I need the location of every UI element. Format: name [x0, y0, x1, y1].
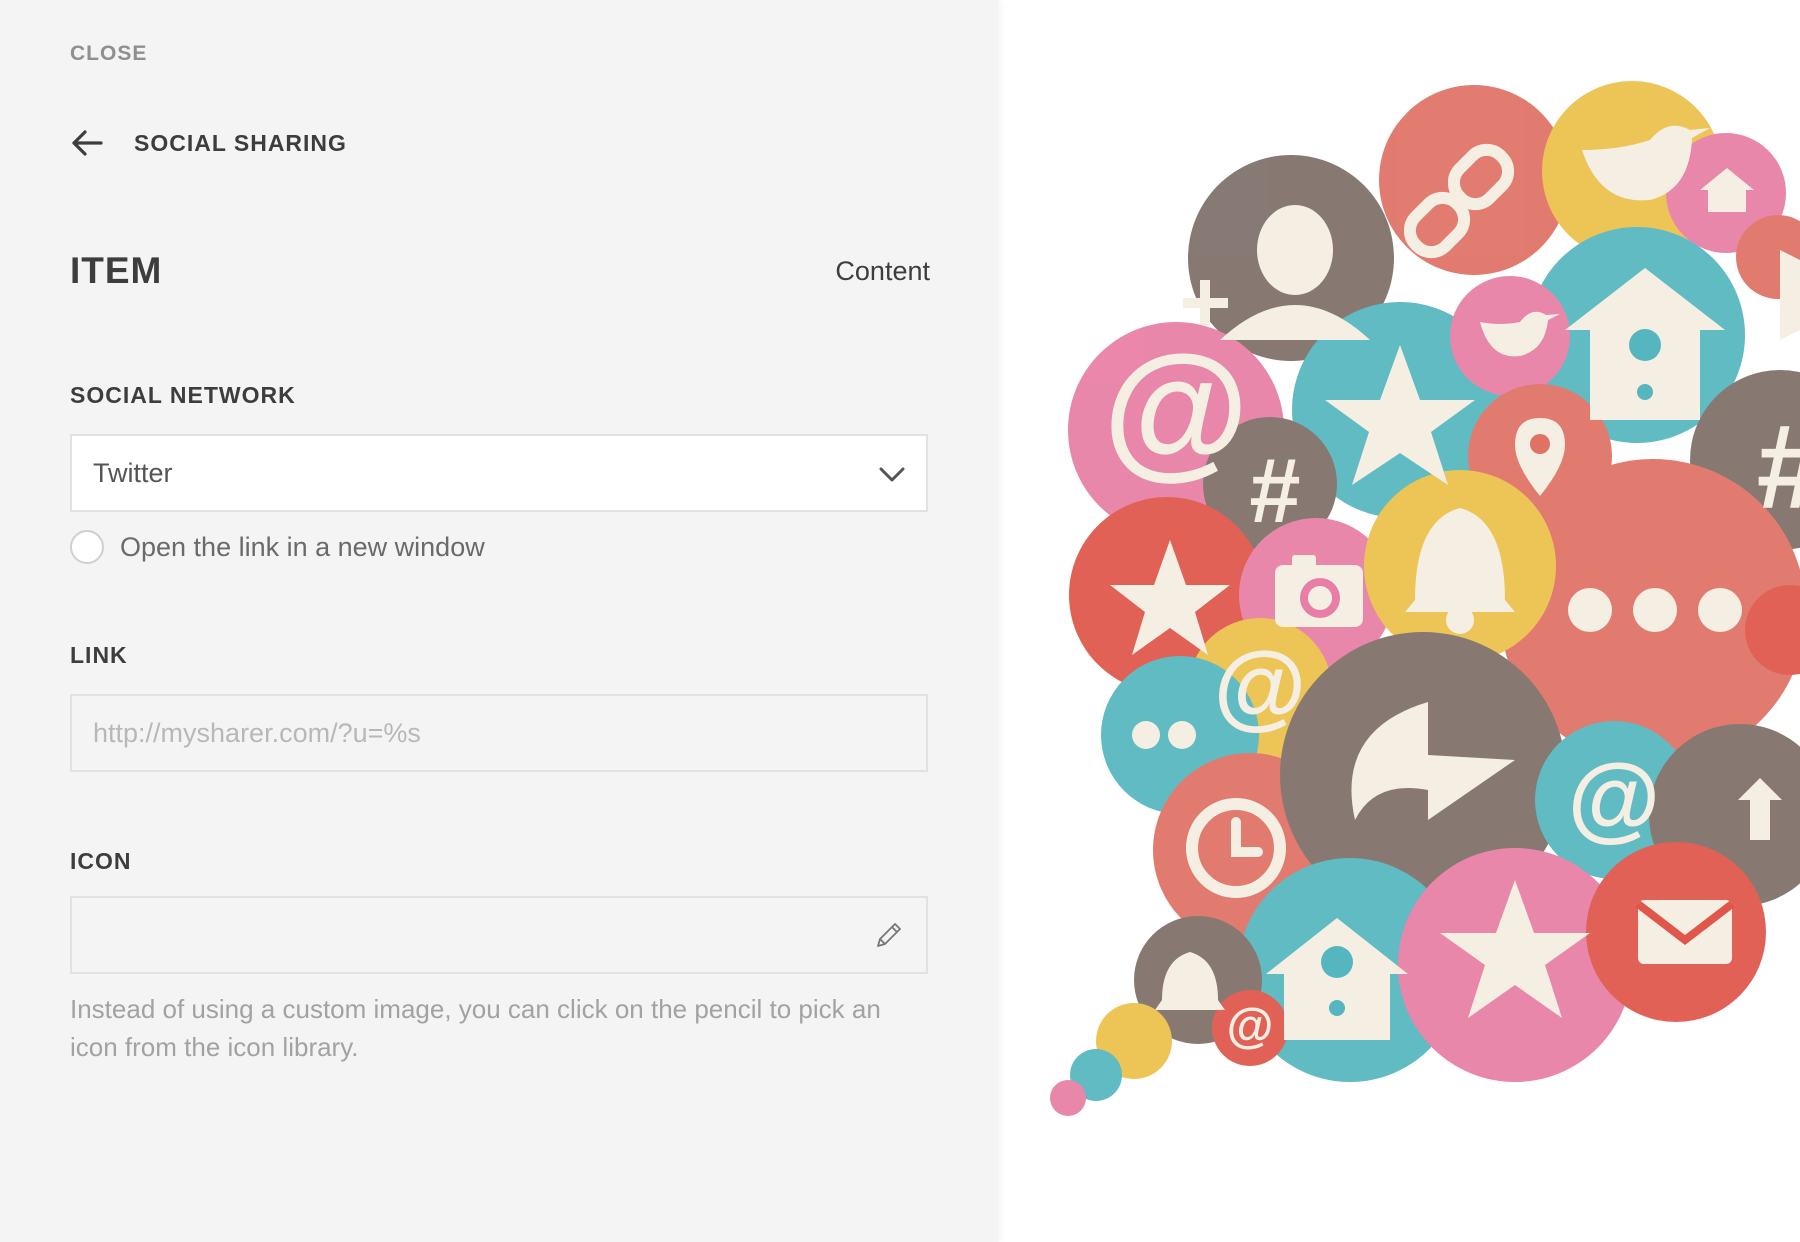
social-bubbles-artwork: @ @ @ @ # #	[1050, 81, 1800, 1116]
svg-text:@: @	[1103, 324, 1249, 492]
pencil-icon[interactable]	[872, 918, 906, 952]
link-label: LINK	[70, 642, 128, 668]
section-title: SOCIAL SHARING	[134, 129, 347, 156]
settings-panel: CLOSE SOCIAL SHARING ITEM Content SOCIAL…	[0, 0, 998, 1242]
social-network-value: Twitter	[93, 457, 173, 488]
svg-text:@: @	[1214, 633, 1307, 739]
icon-field[interactable]	[70, 896, 928, 974]
chevron-down-icon	[879, 467, 905, 482]
icon-help-text: Instead of using a custom image, you can…	[70, 994, 881, 1062]
social-network-label: SOCIAL NETWORK	[70, 382, 296, 408]
svg-text:@: @	[1227, 1000, 1274, 1053]
svg-text:#: #	[1757, 400, 1800, 534]
back-navigation: SOCIAL SHARING	[70, 126, 347, 160]
social-media-illustration: @ @ @ @ # #	[998, 0, 1800, 1242]
svg-text:@: @	[1568, 745, 1661, 851]
new-window-label: Open the link in a new window	[120, 531, 485, 562]
new-window-option[interactable]: Open the link in a new window	[70, 530, 485, 564]
link-input[interactable]	[70, 694, 928, 772]
back-arrow-icon[interactable]	[70, 126, 104, 160]
close-button[interactable]: CLOSE	[70, 42, 147, 66]
icon-label: ICON	[70, 848, 132, 874]
svg-text:#: #	[1249, 440, 1300, 542]
social-network-select[interactable]: Twitter	[70, 434, 928, 512]
item-heading: ITEM	[70, 250, 163, 291]
new-window-checkbox[interactable]	[70, 530, 104, 564]
content-tab[interactable]: Content	[810, 256, 930, 287]
